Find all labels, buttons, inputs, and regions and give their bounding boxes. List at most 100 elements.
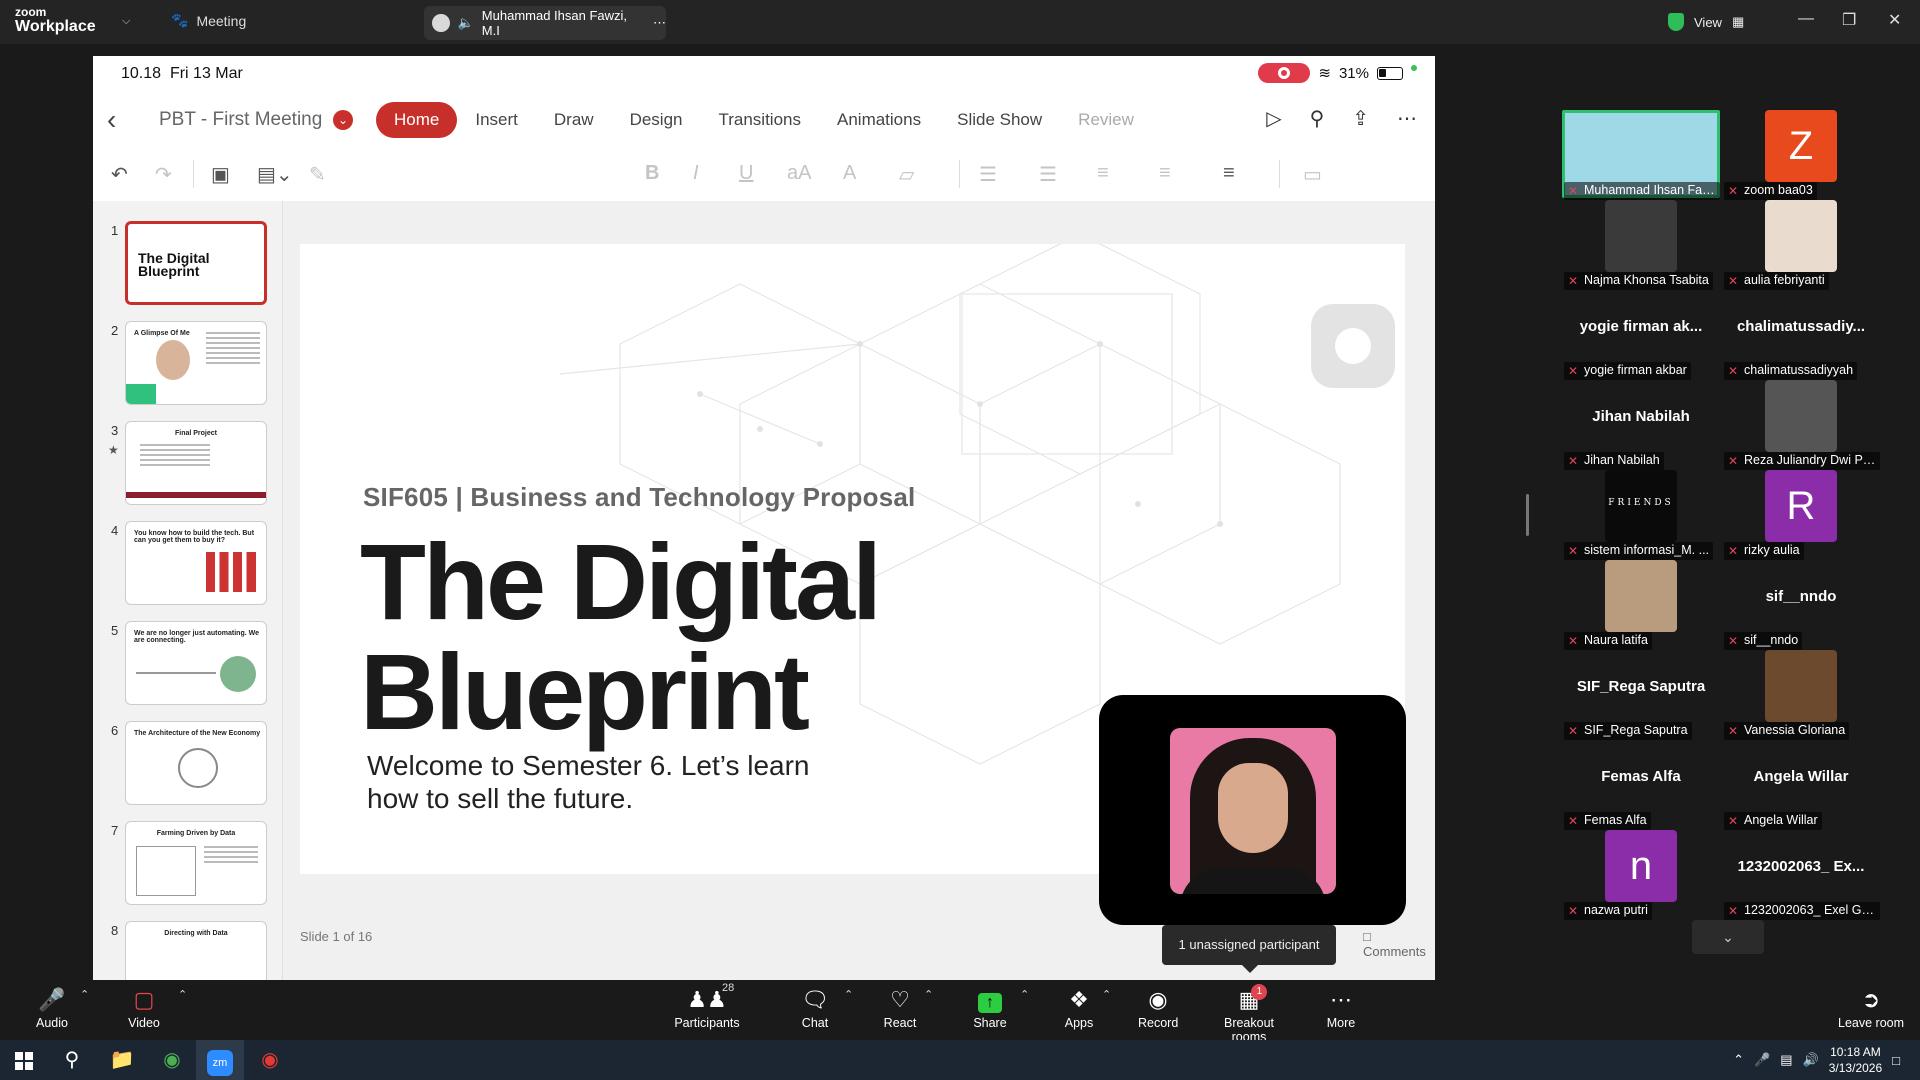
participant-tile[interactable]: FRIENDS ✕ sistem informasi_M. ... <box>1560 470 1722 560</box>
chevron-down-icon[interactable]: ⌵ <box>122 15 130 28</box>
participant-tile[interactable]: Z ✕ zoom baa03 <box>1720 110 1882 200</box>
bold-icon[interactable]: B <box>645 162 659 185</box>
thumbnail-slide-2[interactable]: A Glimpse Of Me <box>125 321 267 405</box>
chevron-down-icon[interactable]: ⌄ <box>333 110 353 130</box>
bullets-icon[interactable]: ☰ <box>979 162 997 187</box>
participants-button[interactable]: ♟♟ 28 Participants <box>672 982 742 1030</box>
volume-icon[interactable]: 🔊 <box>1803 1052 1819 1068</box>
participant-tile[interactable]: Femas Alfa ✕ Femas Alfa <box>1560 740 1722 830</box>
indent-icon[interactable]: ≡ <box>1159 162 1171 185</box>
line-spacing-icon[interactable]: ≡ <box>1097 162 1109 185</box>
windows-start-icon[interactable] <box>0 1040 48 1080</box>
chrome-icon[interactable]: ◉ <box>148 1040 196 1080</box>
participant-tile[interactable]: Angela Willar ✕ Angela Willar <box>1720 740 1882 830</box>
audio-button[interactable]: 🎤 Audio <box>34 986 70 1030</box>
tab-home[interactable]: Home <box>376 102 458 138</box>
thumbnail-row[interactable]: 6 The Architecture of the New Economy <box>93 721 282 811</box>
split-resize-handle[interactable] <box>1526 494 1529 536</box>
caret-up-icon[interactable]: ⌃ <box>1020 988 1029 1001</box>
thumbnail-slide-3[interactable]: Final Project <box>125 421 267 505</box>
new-slide-icon[interactable]: ▣ <box>211 162 230 187</box>
file-explorer-icon[interactable]: 📁 <box>98 1040 146 1080</box>
caret-up-icon[interactable]: ⌃ <box>844 988 853 1001</box>
underline-icon[interactable]: U <box>739 162 753 185</box>
tab-review[interactable]: Review <box>1060 102 1152 138</box>
highlight-icon[interactable]: ▱ <box>899 162 914 187</box>
chat-button[interactable]: 🗨 Chat <box>798 986 832 1030</box>
thumbnail-slide-7[interactable]: Farming Driven by Data <box>125 821 267 905</box>
participant-tile[interactable]: SIF_Rega Saputra ✕ SIF_Rega Saputra <box>1560 650 1722 740</box>
participant-tile[interactable]: n ✕ nazwa putri <box>1560 830 1722 920</box>
speaker-tab[interactable]: 🔈 Muhammad Ihsan Fawzi, M.I ⋯ <box>424 6 666 40</box>
thumbnail-row[interactable]: 1 The Digital Blueprint <box>93 221 282 311</box>
shapes-icon[interactable]: ▭ <box>1303 162 1322 187</box>
comments-button[interactable]: □ Comments <box>1363 929 1435 959</box>
font-color-icon[interactable]: A <box>843 162 856 185</box>
thumbnail-row[interactable]: 2 A Glimpse Of Me <box>93 321 282 411</box>
search-icon[interactable]: ⚲ <box>48 1040 96 1080</box>
thumbnail-slide-1[interactable]: The Digital Blueprint <box>125 221 267 305</box>
caret-up-icon[interactable]: ⌃ <box>1102 988 1111 1001</box>
zoom-app-icon[interactable]: zm <box>196 1040 244 1080</box>
thumbnail-slide-8[interactable]: Directing with Data <box>125 921 267 981</box>
italic-icon[interactable]: I <box>693 162 699 185</box>
play-icon[interactable]: ▷ <box>1266 106 1281 131</box>
participant-tile[interactable]: ✕ aulia febriyanti <box>1720 200 1882 290</box>
tab-animations[interactable]: Animations <box>819 102 939 138</box>
participant-tile[interactable]: ✕ Najma Khonsa Tsabita <box>1560 200 1722 290</box>
back-chevron-icon[interactable]: ‹ <box>107 104 116 136</box>
thumbnail-row[interactable]: 7 Farming Driven by Data <box>93 821 282 911</box>
redo-icon[interactable]: ↷ <box>155 162 172 187</box>
participant-tile[interactable]: ✕ Naura latifa <box>1560 560 1722 650</box>
record-button[interactable]: ◉ Record <box>1138 986 1178 1030</box>
thumbnail-row[interactable]: 8 Directing with Data <box>93 921 282 981</box>
tab-draw[interactable]: Draw <box>536 102 612 138</box>
font-size-icon[interactable]: aA <box>787 162 811 185</box>
tab-transitions[interactable]: Transitions <box>700 102 819 138</box>
participant-tile[interactable]: Jihan Nabilah ✕ Jihan Nabilah <box>1560 380 1722 470</box>
thumbnail-slide-5[interactable]: We are no longer just automating. We are… <box>125 621 267 705</box>
participant-tile[interactable]: ✕ Muhammad Ihsan Fawzi,... <box>1560 110 1722 200</box>
more-icon[interactable]: ⋯ <box>1397 106 1417 131</box>
participant-tile[interactable]: chalimatussadiy... ✕ chalimatussadiyyah <box>1720 290 1882 380</box>
breakout-rooms-button[interactable]: ▦ 1 Breakout rooms <box>1206 984 1292 1044</box>
participant-tile[interactable]: 1232002063_ Ex... ✕ 1232002063_ Exel Go... <box>1720 830 1882 920</box>
scroll-down-button[interactable]: ⌄ <box>1692 920 1764 954</box>
taskbar-clock[interactable]: 10:18 AM 3/13/2026 <box>1829 1044 1882 1076</box>
chevron-up-icon[interactable]: ⌃ <box>1733 1052 1744 1068</box>
more-button[interactable]: ⋯ More <box>1326 986 1356 1030</box>
share-upload-icon[interactable]: ⇪ <box>1352 106 1369 131</box>
notification-icon[interactable]: □ <box>1892 1053 1900 1068</box>
thumbnail-row[interactable]: 4 You know how to build the tech. But ca… <box>93 521 282 611</box>
caret-up-icon[interactable]: ⌃ <box>178 988 187 1001</box>
thumbnail-slide-4[interactable]: You know how to build the tech. But can … <box>125 521 267 605</box>
restore-icon[interactable]: ❐ <box>1842 10 1856 30</box>
meeting-menu[interactable]: 🐾 Meeting <box>171 12 246 29</box>
undo-icon[interactable]: ↶ <box>111 162 128 187</box>
floating-video-tile[interactable] <box>1099 695 1406 925</box>
video-button[interactable]: ▢ Video <box>124 986 164 1030</box>
participant-tile[interactable]: R ✕ rizky aulia <box>1720 470 1882 560</box>
format-painter-icon[interactable]: ✎ <box>309 162 326 187</box>
microphone-icon[interactable]: 🎤 <box>1754 1052 1770 1068</box>
react-button[interactable]: ♡ React <box>882 986 918 1030</box>
participant-tile[interactable]: ✕ Vanessia Gloriana <box>1720 650 1882 740</box>
numbering-icon[interactable]: ☰ <box>1039 162 1057 187</box>
caret-up-icon[interactable]: ⌃ <box>80 988 89 1001</box>
participant-tile[interactable]: ✕ Reza Juliandry Dwi Pu... <box>1720 380 1882 470</box>
layout-icon[interactable]: ▤⌄ <box>257 162 293 187</box>
apps-button[interactable]: ❖ Apps <box>1064 986 1094 1030</box>
search-icon[interactable]: ⚲ <box>1310 106 1325 131</box>
leave-room-button[interactable]: ➲ Leave room <box>1838 986 1904 1030</box>
chrome-icon[interactable]: ◉ <box>246 1040 294 1080</box>
tab-design[interactable]: Design <box>612 102 701 138</box>
view-button[interactable]: View ▦ <box>1668 8 1778 36</box>
minimize-icon[interactable]: — <box>1798 10 1814 28</box>
participant-tile[interactable]: sif__nndo ✕ sif__nndo <box>1720 560 1882 650</box>
tab-insert[interactable]: Insert <box>457 102 536 138</box>
thumbnail-row[interactable]: 3 ★ Final Project <box>93 421 282 511</box>
document-title[interactable]: PBT - First Meeting <box>159 109 322 131</box>
align-icon[interactable]: ≡ <box>1223 162 1235 185</box>
thumbnail-row[interactable]: 5 We are no longer just automating. We a… <box>93 621 282 711</box>
close-icon[interactable]: ✕ <box>1888 10 1901 30</box>
